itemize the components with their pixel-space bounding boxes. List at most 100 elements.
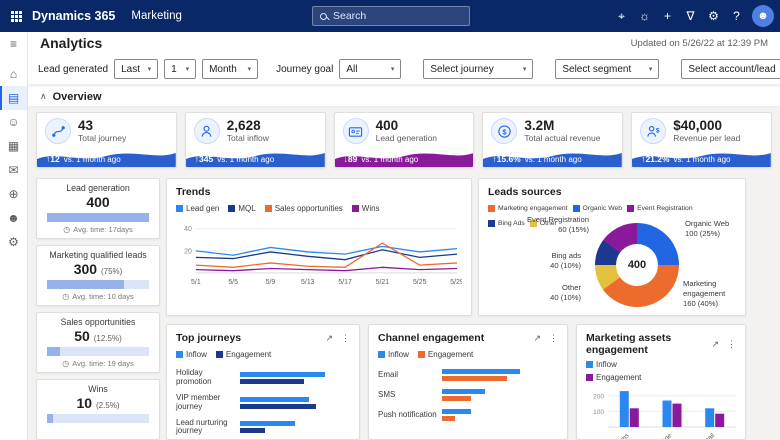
lead-generated-label: Lead generated	[38, 63, 109, 75]
funnel-card-sales-opportunities: Sales opportunities 50 (12.5%) ◷ Avg. tim…	[36, 312, 160, 373]
legend-swatch	[351, 205, 359, 212]
kpi-label: Lead generation	[375, 133, 438, 144]
home-icon[interactable]: ⌂	[0, 62, 27, 86]
popout-icon[interactable]: ↗	[533, 333, 541, 344]
menu-icon[interactable]: ≡	[0, 32, 27, 56]
svg-text:5/25: 5/25	[413, 279, 427, 286]
kpi-card-total-actual-revenue: $ 3.2M Total actual revenue ↑15.6% vs. 1 m…	[482, 112, 624, 168]
dashboard-grid: Lead generation 400 ◷ Avg. time: 17days M…	[28, 174, 780, 440]
help-icon[interactable]: ?	[725, 0, 748, 32]
filter-number-dropdown[interactable]: 1 ▾	[164, 59, 197, 79]
top-app-bar: Dynamics 365 Marketing Search ⌖ ☼ + ∇ ⚙? ☻	[0, 0, 780, 32]
lightbulb-icon[interactable]: ☼	[633, 0, 656, 32]
filter-last-dropdown[interactable]: Last ▾	[114, 59, 159, 79]
svg-text:$: $	[502, 127, 507, 136]
funnel-card-lead-generation: Lead generation 400 ◷ Avg. time: 17days	[36, 178, 160, 239]
web-icon[interactable]: ⊕	[0, 182, 27, 206]
legend-item: Inflow	[378, 349, 409, 360]
select-journey-dropdown[interactable]: Select journey ▾	[423, 59, 534, 79]
trends-card: Trends Lead gen MQL Sales opportunities Win…	[166, 178, 472, 316]
main-content: Analytics Updated on 5/26/22 at 12:39 PM…	[28, 32, 780, 440]
legend-swatch	[417, 351, 425, 358]
more-options-icon[interactable]: ⋮	[727, 339, 736, 350]
send-icon[interactable]: ⌖	[610, 0, 633, 32]
sidebar: ≡ ⌂ ▤ ☺ ▦ ✉ ⊕ ☻ ⚙	[0, 32, 28, 440]
top-journeys-legend: Inflow Engagement	[176, 348, 350, 363]
svg-text:5/1: 5/1	[191, 279, 201, 286]
kpi-delta: ↑15.6% vs. 1 month ago	[492, 154, 582, 164]
app-name[interactable]: Marketing	[131, 10, 182, 22]
legend-swatch	[176, 351, 183, 358]
analytics-icon[interactable]: ▤	[0, 86, 27, 110]
legend-item: Inflow	[176, 349, 207, 360]
bar-row: Holiday promotion	[176, 369, 350, 386]
donut-center-total: 400	[616, 244, 658, 286]
calendar-icon[interactable]: ▦	[0, 134, 27, 158]
legend-item: Organic Web	[572, 204, 622, 214]
trends-line-chart: 20 40 5/1 5/5 5/9 5/13 5/17 5/21 5/25 5/29	[184, 227, 464, 287]
kpi-delta: ↑12 vs. 1 month ago	[46, 154, 121, 164]
kpi-card-total-journey: 43 Total journey ↑12 vs. 1 month ago	[36, 112, 177, 168]
kpi-value: 400	[375, 117, 399, 133]
popout-icon[interactable]: ↗	[711, 339, 719, 350]
bar-row-label: Email	[378, 370, 399, 380]
filter-icon[interactable]: ∇	[679, 0, 702, 32]
email-icon[interactable]: ✉	[0, 158, 27, 182]
kpi-label: Revenue per lead	[673, 133, 741, 144]
overview-section-header[interactable]: ∧ Overview	[28, 87, 780, 107]
select-segment-dropdown[interactable]: Select segment ▾	[555, 59, 660, 79]
more-options-icon[interactable]: ⋮	[549, 333, 558, 344]
legend-item: Sales opportunities	[264, 203, 343, 214]
funnel-avg-time: ◷ Avg. time: 10 days	[62, 292, 134, 301]
gear-icon[interactable]: ⚙	[0, 230, 27, 254]
bar-engagement	[442, 376, 507, 382]
kpi-card-lead-generation: 400 Lead generation ↓89 vs. 1 month ago	[333, 112, 475, 168]
bar-row: Lead nurturing journey	[176, 417, 350, 436]
svg-text:5/13: 5/13	[301, 279, 315, 286]
donut-label-marketing-engagement: Marketing engagement 160 (40%)	[683, 279, 726, 308]
svg-text:5/5: 5/5	[228, 279, 238, 286]
person-icon[interactable]: ☻	[0, 206, 27, 230]
legend-swatch	[264, 205, 272, 212]
select-account-dropdown[interactable]: Select account/lead▾	[681, 59, 780, 79]
legend-swatch	[586, 361, 593, 369]
page-title: Analytics	[40, 35, 103, 51]
svg-text:5/29: 5/29	[450, 279, 462, 286]
funnel-title: Marketing qualified leads	[49, 250, 147, 260]
search-icon	[320, 12, 327, 20]
updated-timestamp: Updated on 5/26/22 at 12:39 PM	[630, 37, 768, 49]
add-icon[interactable]: +	[656, 0, 679, 32]
filter-period-dropdown[interactable]: Month ▾	[202, 59, 259, 79]
funnel-bar	[47, 280, 149, 289]
people-icon[interactable]: ☺	[0, 110, 27, 134]
channel-engagement-title: Channel engagement	[378, 332, 485, 344]
bar-row-label: Lead nurturing journey	[176, 417, 228, 436]
channel-engagement-card: Channel engagement ↗ ⋮ Inflow Engagement …	[368, 324, 568, 440]
bar-inflow	[240, 396, 309, 402]
legend-item: Event Registration	[627, 204, 693, 214]
svg-text:20: 20	[184, 249, 192, 256]
app-launcher-icon[interactable]	[0, 0, 30, 32]
legend-item: MQL	[228, 203, 256, 214]
leads-donut-chart: 400	[595, 223, 679, 307]
kpi-delta: ↓89 vs. 1 month ago	[343, 154, 419, 164]
bar-engagement	[240, 403, 317, 409]
popout-icon[interactable]: ↗	[325, 333, 333, 344]
inflow-person-icon	[193, 118, 220, 144]
kpi-value: 43	[78, 117, 94, 133]
legend-item: Marketing engagement	[488, 204, 568, 214]
legend-swatch	[488, 205, 495, 212]
collapse-chevron-icon[interactable]: ∧	[40, 91, 47, 102]
avatar[interactable]: ☻	[752, 5, 774, 27]
funnel-title: Lead generation	[66, 183, 130, 193]
search-input[interactable]: Search	[312, 6, 470, 26]
funnel-value: 300 (75%)	[73, 261, 123, 277]
more-options-icon[interactable]: ⋮	[341, 333, 350, 344]
legend-swatch	[378, 351, 385, 358]
top-journeys-card: Top journeys ↗ ⋮ Inflow Engagement Holida…	[166, 324, 360, 440]
journey-icon	[45, 118, 71, 144]
svg-text:$: $	[656, 127, 660, 134]
settings-icon[interactable]: ⚙	[702, 0, 725, 32]
journey-goal-dropdown[interactable]: All ▾	[339, 59, 402, 79]
leads-sources-card: Leads sources Marketing engagement Organi…	[478, 178, 746, 316]
